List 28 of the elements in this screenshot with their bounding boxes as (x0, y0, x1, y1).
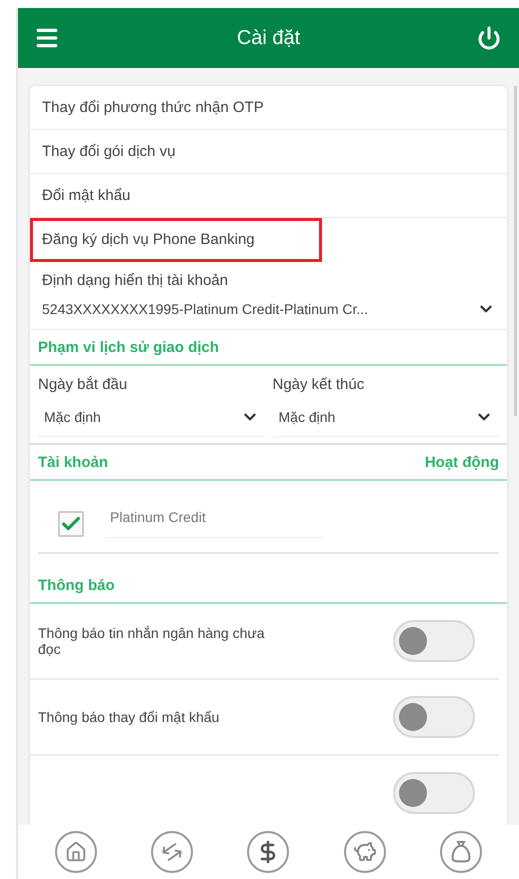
transfer-icon[interactable] (151, 831, 194, 873)
field-label: Định dạng hiển thị tài khoản (42, 272, 229, 289)
home-icon[interactable] (55, 831, 98, 873)
account-name: Platinum Credit (104, 509, 324, 538)
toggle-switch[interactable] (393, 696, 475, 738)
section-title: Tài khoản (38, 454, 108, 470)
field-label: Ngày kết thúc (272, 375, 366, 395)
toggle-label: Thông báo tin nhắn ngân hàng chưa đọc (38, 625, 266, 657)
date-select[interactable]: Mặc định (272, 397, 499, 437)
toggle-switch[interactable] (393, 620, 475, 662)
piggy-bank-icon[interactable] (344, 831, 386, 873)
menu-item[interactable]: Đổi mật khẩu (30, 174, 507, 218)
menu-item[interactable]: Đăng ký dịch vụ Phone Banking (30, 218, 322, 262)
page-title: Cài đặt (236, 26, 300, 50)
toggle-switch[interactable] (393, 772, 475, 814)
power-button[interactable] (477, 26, 501, 50)
section-title: Thông báo (38, 576, 115, 594)
column-heading: Hoạt động (424, 454, 499, 470)
date-select[interactable]: Mặc định (38, 397, 264, 437)
menu-item[interactable]: Thay đổi gói dịch vụ (30, 130, 507, 174)
account-format-select[interactable]: 5243XXXXXXXX1995-Platinum Credit-Platinum Cr... (30, 289, 507, 329)
toggle-label: Thông báo thay đổi mật khẩu (38, 709, 220, 725)
menu-item[interactable]: Thay đổi phương thức nhận OTP (30, 86, 507, 130)
field-label: Ngày bắt đầu (38, 375, 128, 395)
checkbox[interactable] (58, 510, 84, 536)
section-title: Phạm vi lịch sử giao dịch (38, 338, 219, 356)
dollar-icon[interactable] (247, 831, 290, 873)
money-bag-icon[interactable] (440, 831, 482, 873)
